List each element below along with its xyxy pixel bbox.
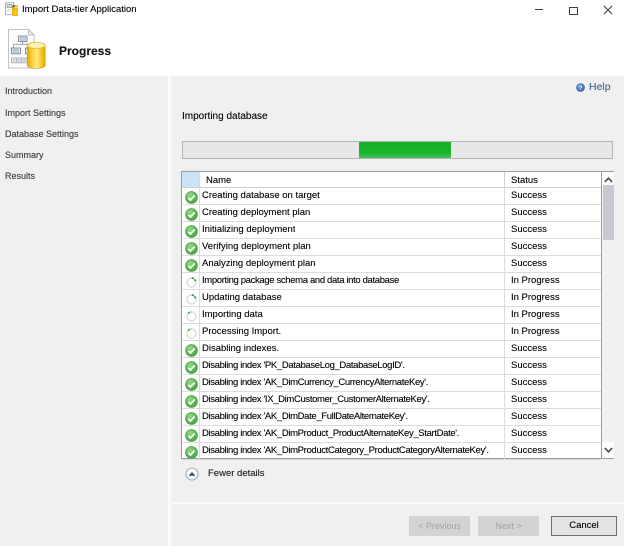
svg-text:?: ? <box>578 85 582 92</box>
